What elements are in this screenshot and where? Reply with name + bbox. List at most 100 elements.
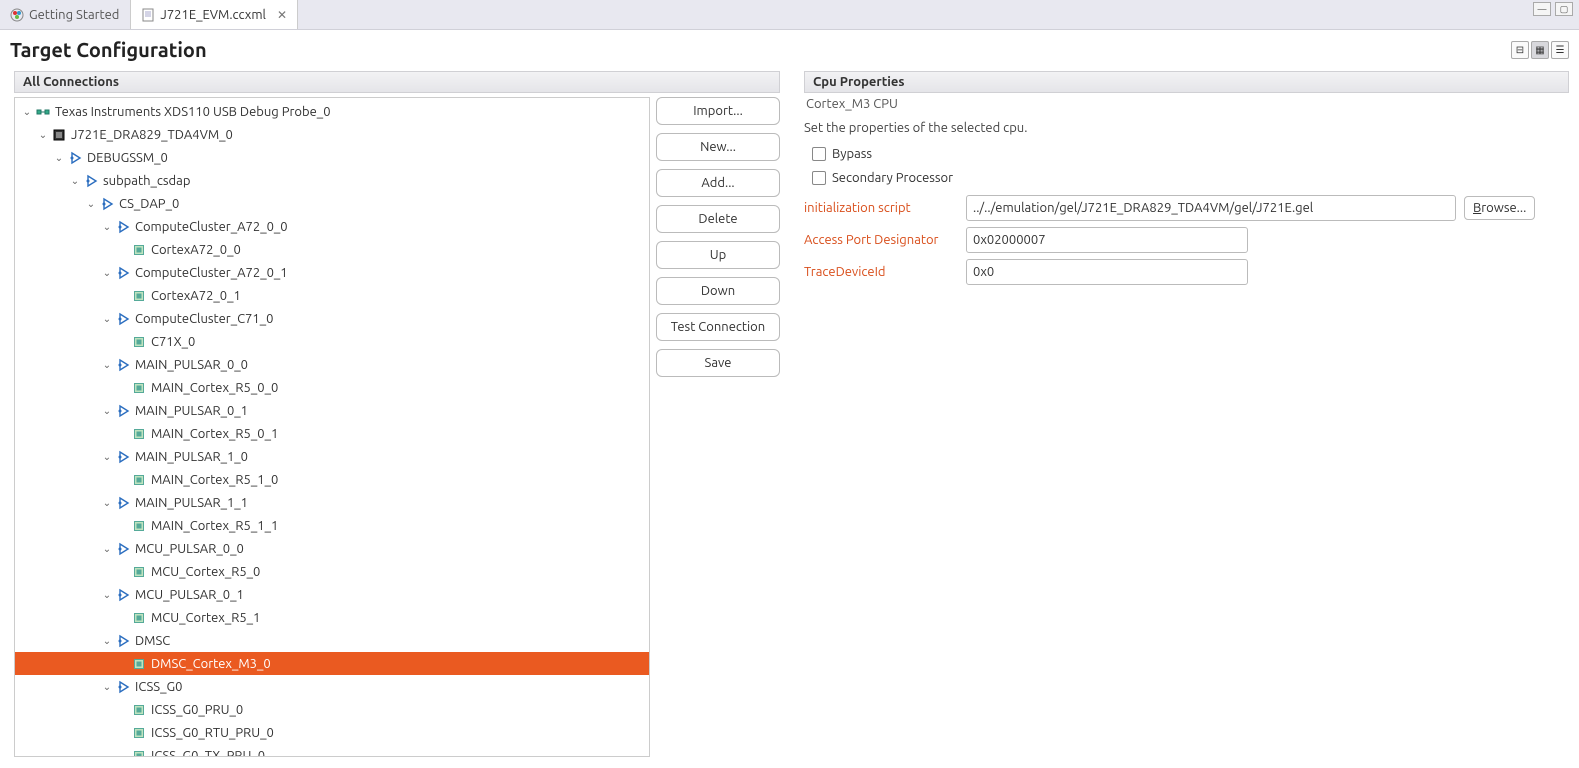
chevron-down-icon[interactable]: ⌄ bbox=[101, 451, 113, 463]
debug-icon bbox=[116, 680, 130, 694]
debug-icon bbox=[84, 174, 98, 188]
access-port-input[interactable] bbox=[966, 227, 1248, 253]
tree-row[interactable]: ICSS_G0_PRU_0 bbox=[15, 698, 649, 721]
chevron-down-icon[interactable]: ⌄ bbox=[101, 543, 113, 555]
init-script-input[interactable] bbox=[966, 195, 1456, 221]
cpu-icon bbox=[132, 565, 146, 579]
cpu-properties-header: Cpu Properties bbox=[804, 71, 1569, 93]
tree-label: ICSS_G0 bbox=[133, 680, 182, 694]
browse-button[interactable]: Browse... bbox=[1464, 196, 1535, 220]
debug-icon bbox=[116, 220, 130, 234]
delete-button[interactable]: Delete bbox=[656, 205, 780, 233]
maximize-editor-icon[interactable]: ▢ bbox=[1555, 2, 1573, 16]
tree-label: MAIN_PULSAR_1_1 bbox=[133, 496, 248, 510]
cpu-icon bbox=[132, 427, 146, 441]
chevron-down-icon[interactable]: ⌄ bbox=[101, 221, 113, 233]
cpu-subtitle: Cortex_M3 CPU bbox=[806, 97, 1569, 111]
tree-row[interactable]: ⌄DEBUGSSM_0 bbox=[15, 146, 649, 169]
chevron-down-icon[interactable]: ⌄ bbox=[37, 129, 49, 141]
save-button[interactable]: Save bbox=[656, 349, 780, 377]
chevron-down-icon[interactable]: ⌄ bbox=[21, 106, 33, 118]
tree-row[interactable]: ⌄ComputeCluster_A72_0_0 bbox=[15, 215, 649, 238]
tree-row[interactable]: ⌄MAIN_PULSAR_0_0 bbox=[15, 353, 649, 376]
tree-row[interactable]: ICSS_G0_TX_PRU_0 bbox=[15, 744, 649, 757]
tree-row[interactable]: ⌄J721E_DRA829_TDA4VM_0 bbox=[15, 123, 649, 146]
tree-row[interactable]: ⌄MCU_PULSAR_0_1 bbox=[15, 583, 649, 606]
import-button[interactable]: Import... bbox=[656, 97, 780, 125]
secondary-processor-checkbox[interactable] bbox=[812, 171, 826, 185]
tree-label: CortexA72_0_1 bbox=[149, 289, 241, 303]
tree-row[interactable]: ⌄ Texas Instruments XDS110 USB Debug Prob… bbox=[15, 100, 649, 123]
chevron-down-icon[interactable]: ⌄ bbox=[85, 198, 97, 210]
tree-row[interactable]: ⌄ CS_DAP_0 bbox=[15, 192, 649, 215]
chevron-down-icon[interactable]: ⌄ bbox=[101, 681, 113, 693]
tab-ccxml[interactable]: J721E_EVM.ccxml ✕ bbox=[130, 0, 298, 29]
trace-device-input[interactable] bbox=[966, 259, 1248, 285]
tree-label: DMSC_Cortex_M3_0 bbox=[149, 657, 271, 671]
new-button[interactable]: New... bbox=[656, 133, 780, 161]
chevron-down-icon[interactable]: ⌄ bbox=[101, 589, 113, 601]
debug-icon bbox=[116, 542, 130, 556]
tree-row[interactable]: CortexA72_0_1 bbox=[15, 284, 649, 307]
tree-row[interactable]: MAIN_Cortex_R5_1_0 bbox=[15, 468, 649, 491]
down-button[interactable]: Down bbox=[656, 277, 780, 305]
chevron-down-icon[interactable]: ⌄ bbox=[101, 497, 113, 509]
cpu-icon bbox=[132, 519, 146, 533]
tree-row[interactable]: DMSC_Cortex_M3_0 bbox=[15, 652, 649, 675]
chevron-down-icon[interactable]: ⌄ bbox=[53, 152, 65, 164]
tree-row[interactable]: MAIN_Cortex_R5_0_0 bbox=[15, 376, 649, 399]
cpu-icon bbox=[132, 381, 146, 395]
debug-icon bbox=[116, 404, 130, 418]
chevron-down-icon[interactable]: ⌄ bbox=[101, 359, 113, 371]
minimize-editor-icon[interactable]: — bbox=[1533, 2, 1551, 16]
tree-row[interactable]: MAIN_Cortex_R5_0_1 bbox=[15, 422, 649, 445]
view-list-icon[interactable]: ☰ bbox=[1551, 41, 1569, 59]
tree-row[interactable]: ⌄ ComputeCluster_C71_0 bbox=[15, 307, 649, 330]
file-icon bbox=[141, 8, 155, 22]
test-connection-button[interactable]: Test Connection bbox=[656, 313, 780, 341]
tree-row[interactable]: ICSS_G0_RTU_PRU_0 bbox=[15, 721, 649, 744]
tree-label: ComputeCluster_C71_0 bbox=[133, 312, 273, 326]
tree-row[interactable]: ⌄DMSC bbox=[15, 629, 649, 652]
collapse-all-icon[interactable]: ⊟ bbox=[1511, 41, 1529, 59]
chevron-down-icon[interactable]: ⌄ bbox=[101, 313, 113, 325]
tree-row[interactable]: ⌄subpath_csdap bbox=[15, 169, 649, 192]
tree-row[interactable]: MCU_Cortex_R5_1 bbox=[15, 606, 649, 629]
add-button[interactable]: Add... bbox=[656, 169, 780, 197]
tree-label: Texas Instruments XDS110 USB Debug Probe… bbox=[53, 105, 331, 119]
chevron-down-icon[interactable]: ⌄ bbox=[101, 405, 113, 417]
tree-row[interactable]: ⌄ ICSS_G0 bbox=[15, 675, 649, 698]
tree-row[interactable]: CortexA72_0_0 bbox=[15, 238, 649, 261]
tree-label: ComputeCluster_A72_0_1 bbox=[133, 266, 288, 280]
chevron-down-icon[interactable]: ⌄ bbox=[101, 267, 113, 279]
tree-row[interactable]: ⌄ MAIN_PULSAR_1_1 bbox=[15, 491, 649, 514]
connections-tree[interactable]: ⌄ Texas Instruments XDS110 USB Debug Prob… bbox=[14, 97, 650, 757]
tree-label: ICSS_G0_PRU_0 bbox=[149, 703, 243, 717]
close-icon[interactable]: ✕ bbox=[277, 8, 287, 22]
cpu-desc: Set the properties of the selected cpu. bbox=[804, 121, 1569, 135]
bypass-checkbox[interactable] bbox=[812, 147, 826, 161]
chevron-down-icon[interactable]: ⌄ bbox=[101, 635, 113, 647]
tab-getting-started[interactable]: Getting Started bbox=[0, 0, 130, 29]
tab-label: J721E_EVM.ccxml bbox=[160, 8, 266, 22]
tree-row[interactable]: ⌄ MAIN_PULSAR_1_0 bbox=[15, 445, 649, 468]
cpu-icon bbox=[132, 657, 146, 671]
secondary-processor-label: Secondary Processor bbox=[832, 171, 953, 185]
tree-label: CS_DAP_0 bbox=[117, 197, 179, 211]
cpu-icon bbox=[132, 611, 146, 625]
tree-row[interactable]: ⌄MAIN_PULSAR_0_1 bbox=[15, 399, 649, 422]
editor-tabbar: Getting Started J721E_EVM.ccxml ✕ — ▢ bbox=[0, 0, 1579, 30]
conn-icon bbox=[36, 105, 50, 119]
cpu-icon bbox=[132, 473, 146, 487]
view-layout-icon[interactable]: ▦ bbox=[1531, 41, 1549, 59]
tree-row[interactable]: ⌄MCU_PULSAR_0_0 bbox=[15, 537, 649, 560]
trace-device-label: TraceDeviceId bbox=[804, 265, 958, 279]
up-button[interactable]: Up bbox=[656, 241, 780, 269]
tree-label: MAIN_PULSAR_1_0 bbox=[133, 450, 248, 464]
debug-icon bbox=[116, 358, 130, 372]
chevron-down-icon[interactable]: ⌄ bbox=[69, 175, 81, 187]
tree-row[interactable]: MCU_Cortex_R5_0 bbox=[15, 560, 649, 583]
tree-row[interactable]: ⌄ ComputeCluster_A72_0_1 bbox=[15, 261, 649, 284]
tree-row[interactable]: MAIN_Cortex_R5_1_1 bbox=[15, 514, 649, 537]
tree-row[interactable]: C71X_0 bbox=[15, 330, 649, 353]
